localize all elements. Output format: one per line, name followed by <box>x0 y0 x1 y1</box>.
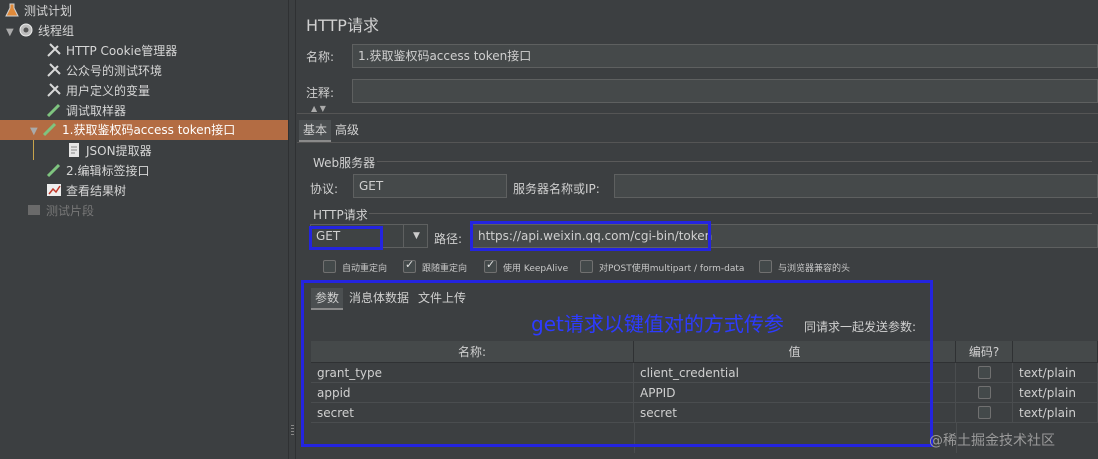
param-encode-cell[interactable] <box>956 363 1013 383</box>
tree-item-result-tree[interactable]: 查看结果树 <box>46 181 126 201</box>
gear-icon <box>18 22 34 38</box>
tree-item-label: 用户定义的变量 <box>66 84 151 98</box>
wrench-icon <box>46 82 62 98</box>
param-content-type-cell[interactable]: text/plain <box>1013 363 1098 383</box>
server-field[interactable] <box>614 174 1098 198</box>
tree-guide-line <box>33 140 34 160</box>
comment-field[interactable] <box>352 79 1098 103</box>
column-header-content-type[interactable] <box>1013 341 1098 363</box>
tree-item-label: 2.编辑标签接口 <box>66 164 150 178</box>
document-icon <box>66 142 82 158</box>
annotation-text: get请求以键值对的方式传参 <box>531 312 784 336</box>
param-encode-cell[interactable] <box>956 383 1013 403</box>
encode-checkbox[interactable] <box>978 366 991 379</box>
flask-icon <box>4 2 20 18</box>
redirect-auto-checkbox[interactable] <box>323 260 336 273</box>
tree-item-label: 查看结果树 <box>66 184 127 198</box>
browser-headers-checkbox[interactable] <box>759 260 772 273</box>
comment-label: 注释: <box>306 86 335 100</box>
tree-item-label: JSON提取器 <box>86 144 152 158</box>
tree-item-label: 公众号的测试环境 <box>66 64 163 78</box>
tree-item-label: 调试取样器 <box>66 104 127 118</box>
param-content-type-cell[interactable]: text/plain <box>1013 383 1098 403</box>
tree-item-access-token[interactable]: ▼ 1.获取鉴权码access token接口 <box>0 120 288 140</box>
chevron-down-icon[interactable]: ▼ <box>6 23 18 43</box>
encode-checkbox[interactable] <box>978 406 991 419</box>
collapse-arrows-icon[interactable]: ▲ ▼ <box>311 104 326 113</box>
pipette-icon <box>46 102 62 118</box>
tree-item-edit-tag[interactable]: 2.编辑标签接口 <box>46 161 149 181</box>
http-request-group-label: HTTP请求 <box>313 208 368 222</box>
tree-item-label: 测试计划 <box>24 4 73 18</box>
tree-item-user-variables[interactable]: 用户定义的变量 <box>46 81 150 101</box>
multipart-checkbox[interactable] <box>580 260 593 273</box>
group-border <box>369 213 1092 214</box>
column-header-encode[interactable]: 编码? <box>956 341 1013 363</box>
tree-item-cookie-manager[interactable]: HTTP Cookie管理器 <box>46 41 177 61</box>
method-highlight <box>309 226 383 250</box>
multipart-label: 对POST使用multipart / form-data <box>599 264 745 274</box>
tab-basic[interactable]: 基本 <box>299 120 332 142</box>
name-field[interactable]: 1.获取鉴权码access token接口 <box>352 44 1098 68</box>
tree-item-thread-group[interactable]: ▼ 线程组 <box>6 21 74 41</box>
keepalive-checkbox[interactable] <box>484 258 497 273</box>
tree-item-label: 线程组 <box>38 24 75 38</box>
http-request-panel: HTTP请求 名称: 1.获取鉴权码access token接口 注释: ▲ ▼… <box>297 0 1098 459</box>
param-content-type-cell[interactable]: text/plain <box>1013 403 1098 423</box>
path-label: 路径: <box>434 232 463 246</box>
splitter[interactable] <box>288 0 296 459</box>
param-encode-cell[interactable] <box>956 403 1013 423</box>
chevron-down-icon[interactable]: ▼ <box>30 122 42 142</box>
group-border <box>377 161 1092 162</box>
tree-item-label: HTTP Cookie管理器 <box>66 44 178 58</box>
tree-item-debug-sampler[interactable]: 调试取样器 <box>46 101 126 121</box>
pipette-icon <box>42 121 58 137</box>
path-highlight <box>470 221 711 251</box>
test-plan-tree: 测试计划 ▼ 线程组 HTTP Cookie管理器 公众号的测试环境 用户定义的… <box>0 0 288 459</box>
web-server-group-label: Web服务器 <box>313 156 376 170</box>
follow-redirect-label: 跟随重定向 <box>422 264 468 274</box>
tab-advanced[interactable]: 高级 <box>331 120 363 140</box>
page-title: HTTP请求 <box>306 16 379 35</box>
chevron-down-icon[interactable]: ▼ <box>403 224 429 248</box>
chart-icon <box>46 182 62 198</box>
tree-item-label: 测试片段 <box>46 204 95 218</box>
wrench-icon <box>46 62 62 78</box>
protocol-field[interactable]: GET <box>353 174 507 198</box>
protocol-label: 协议: <box>310 182 339 196</box>
params-highlight <box>301 280 933 447</box>
name-label: 名称: <box>306 50 335 64</box>
pipette-icon <box>46 162 62 178</box>
fragment-icon <box>26 202 42 218</box>
watermark: @稀土掘金技术社区 <box>929 433 1055 449</box>
divider <box>297 113 1098 114</box>
tree-item-test-env[interactable]: 公众号的测试环境 <box>46 61 162 81</box>
browser-headers-label: 与浏览器兼容的头 <box>778 264 851 274</box>
encode-checkbox[interactable] <box>978 386 991 399</box>
tree-item-test-plan[interactable]: 测试计划 <box>4 1 72 21</box>
tree-item-label: 1.获取鉴权码access token接口 <box>62 123 236 137</box>
follow-redirect-checkbox[interactable] <box>403 258 416 273</box>
tree-item-test-fragment[interactable]: 测试片段 <box>26 201 94 221</box>
keepalive-label: 使用 KeepAlive <box>503 264 569 274</box>
server-label: 服务器名称或IP: <box>513 182 600 196</box>
tree-item-json-extractor[interactable]: JSON提取器 <box>66 141 152 161</box>
wrench-icon <box>46 42 62 58</box>
divider <box>297 142 1098 143</box>
redirect-auto-label: 自动重定向 <box>342 264 388 274</box>
